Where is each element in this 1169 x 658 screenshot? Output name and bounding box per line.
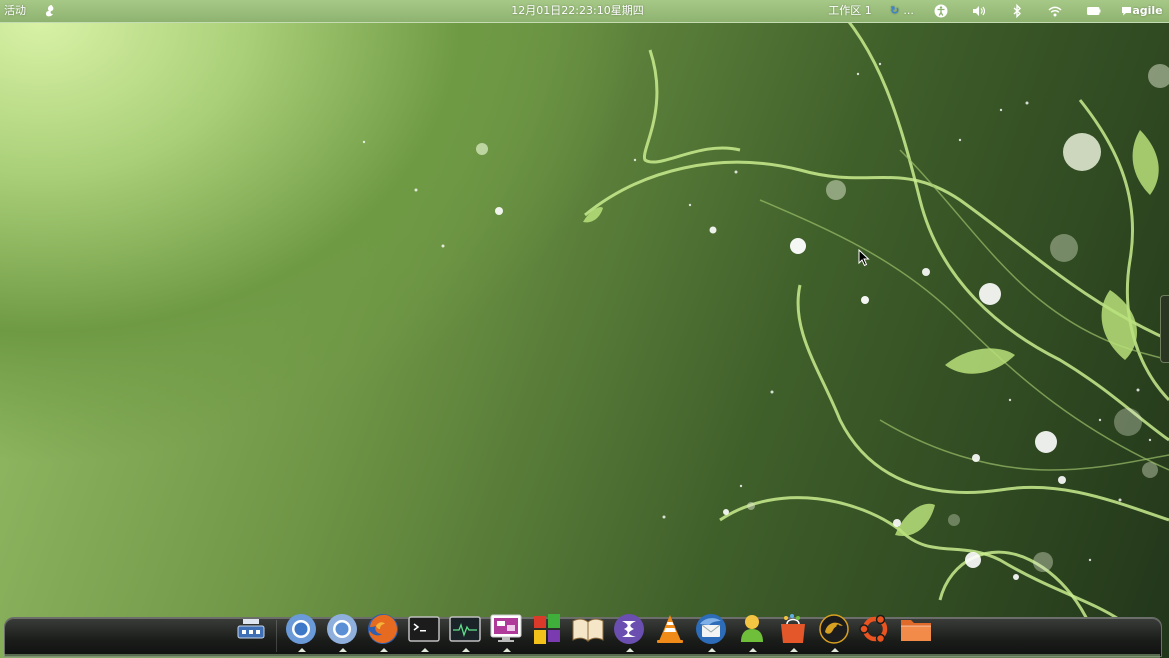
dock-item-dictionary[interactable] <box>570 611 606 647</box>
wallpaper-art <box>362 0 1169 651</box>
dock-separator <box>276 620 277 652</box>
chrome-icon <box>327 614 357 644</box>
dock-item-ubuntu[interactable] <box>857 611 893 647</box>
running-indicator <box>339 648 347 652</box>
network-icon <box>237 619 265 639</box>
running-indicator <box>503 648 511 652</box>
dock-item-network-manager[interactable] <box>233 611 269 647</box>
folder-icon <box>901 620 931 641</box>
clock-label: 12月01日22:23:10星期四 <box>511 4 644 17</box>
dock-item-emacs[interactable] <box>611 611 647 652</box>
terminal-icon <box>408 616 440 642</box>
thunderbird-icon <box>696 614 726 644</box>
dock-item-contacts[interactable] <box>734 611 770 652</box>
activities-label: 活动 <box>4 4 26 17</box>
dock-item-guake-terminal[interactable] <box>816 611 852 652</box>
running-indicator <box>749 648 757 652</box>
refresh-indicator[interactable]: ↻ ... <box>884 0 920 22</box>
app-launcher-icon <box>534 614 560 644</box>
emacs-icon <box>614 614 644 644</box>
activities-button[interactable]: 活动 <box>2 0 28 22</box>
battery-icon[interactable] <box>1085 0 1103 22</box>
top-panel: 活动 12月01日22:23:10星期四 工作区 1 ↻ ... agile <box>0 0 1169 23</box>
system-monitor-icon <box>449 616 481 642</box>
wifi-icon[interactable] <box>1046 0 1064 22</box>
guake-icon <box>819 614 849 644</box>
dock-item-firefox[interactable] <box>365 611 401 652</box>
vlc-icon <box>657 615 683 643</box>
desktop[interactable]: 活动 12月01日22:23:10星期四 工作区 1 ↻ ... agile <box>0 0 1169 658</box>
dock-item-thunderbird[interactable] <box>693 611 729 652</box>
running-indicator <box>462 648 470 652</box>
running-indicator <box>421 648 429 652</box>
dock-item-terminal[interactable] <box>406 611 442 652</box>
refresh-icon: ↻ <box>890 4 900 17</box>
remote-desktop-icon <box>490 614 522 642</box>
dock-item-chromium[interactable] <box>283 611 319 652</box>
ubuntu-logo-icon <box>859 614 888 644</box>
dock-reflection <box>4 654 1160 658</box>
book-icon <box>572 618 604 642</box>
accessibility-icon[interactable] <box>932 0 950 22</box>
running-indicator <box>298 648 306 652</box>
running-indicator <box>790 648 798 652</box>
dock-item-software-store[interactable] <box>775 611 811 652</box>
refresh-ellipsis: ... <box>903 4 914 17</box>
chromium-icon <box>286 614 316 644</box>
chat-icon <box>1122 7 1132 16</box>
message-tray-handle[interactable] <box>1160 295 1169 363</box>
running-indicator <box>626 648 634 652</box>
running-indicator <box>380 648 388 652</box>
person-icon <box>741 615 763 642</box>
dock-item-remote-desktop[interactable] <box>488 611 524 652</box>
clock[interactable]: 12月01日22:23:10星期四 <box>500 0 655 22</box>
workspace-indicator[interactable]: 工作区 1 <box>822 0 878 22</box>
dock-item-vlc[interactable] <box>652 611 688 647</box>
user-name: agile <box>1132 4 1163 17</box>
shopping-bag-icon <box>781 614 805 643</box>
dock-item-app-launcher[interactable] <box>529 611 565 647</box>
dock-item-file-manager[interactable] <box>898 611 934 647</box>
firefox-icon <box>368 614 398 644</box>
workspace-label: 工作区 1 <box>828 4 872 17</box>
user-menu[interactable]: agile <box>1118 0 1166 22</box>
volume-icon[interactable] <box>970 0 988 22</box>
running-indicator <box>831 648 839 652</box>
mouse-cursor <box>858 249 870 267</box>
app-menu-icon[interactable] <box>42 0 58 22</box>
running-indicator <box>708 648 716 652</box>
bluetooth-icon[interactable] <box>1008 0 1026 22</box>
dock-item-chrome[interactable] <box>324 611 360 652</box>
dock-item-system-monitor[interactable] <box>447 611 483 652</box>
